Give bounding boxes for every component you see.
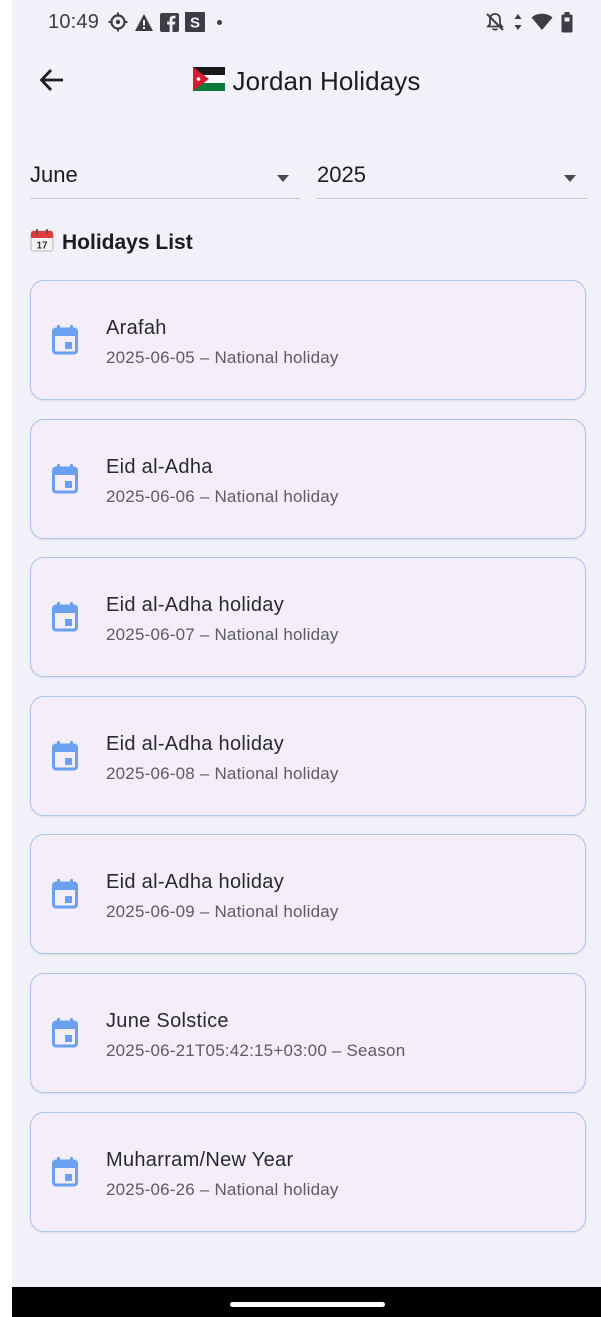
data-arrows-icon — [513, 12, 523, 32]
app-bar: Jordan Holidays — [12, 50, 601, 116]
calendar-icon — [51, 325, 79, 360]
status-icons-right — [485, 11, 573, 33]
facebook-icon — [160, 12, 179, 32]
holiday-card[interactable]: June Solstice 2025-06-21T05:42:15+03:00 … — [30, 972, 586, 1093]
calendar-icon — [51, 740, 79, 776]
holiday-name: Arafah — [106, 317, 167, 339]
holiday-name: June Solstice — [106, 1009, 229, 1032]
calendar-icon — [51, 602, 79, 637]
holiday-detail: 2025-06-09 – National holiday — [106, 902, 339, 922]
holiday-name: Eid al-Adha holiday — [106, 594, 285, 617]
month-dropdown-value: June — [30, 162, 78, 187]
svg-text:S: S — [190, 15, 200, 32]
home-indicator[interactable] — [230, 1302, 385, 1307]
wifi-icon — [531, 13, 553, 31]
holiday-list: Arafah 2025-06-05 – National holiday Eid… — [30, 280, 588, 1250]
battery-icon — [561, 11, 573, 33]
calendar-emoji-icon: 17 — [30, 228, 54, 257]
status-icons-left: S — [108, 11, 222, 33]
section-heading: 17 Holidays List — [30, 228, 193, 257]
section-title: Holidays List — [62, 230, 193, 254]
month-dropdown[interactable]: June — [30, 152, 300, 199]
holiday-name: Muharram/New Year — [106, 1148, 294, 1171]
dropdown-arrow-icon — [563, 170, 577, 188]
year-dropdown-value: 2025 — [317, 162, 366, 187]
status-time: 10:49 — [48, 11, 100, 33]
holiday-card[interactable]: Muharram/New Year 2025-06-26 – National … — [30, 1111, 586, 1232]
holiday-card[interactable]: Arafah 2025-06-05 – National holiday — [30, 280, 586, 400]
holiday-name: Eid al-Adha — [106, 455, 213, 478]
status-bar: 10:49 S — [12, 0, 601, 46]
holiday-card[interactable]: Eid al-Adha holiday 2025-06-09 – Nationa… — [30, 834, 586, 955]
holiday-detail: 2025-06-08 – National holiday — [106, 763, 339, 783]
holiday-card[interactable]: Eid al-Adha holiday 2025-06-07 – Nationa… — [30, 557, 586, 678]
holiday-detail: 2025-06-07 – National holiday — [106, 625, 339, 645]
app-screen: 10:49 S Jordan Holidays June 2025 17 Hol… — [12, 0, 601, 1317]
holiday-card[interactable]: Eid al-Adha holiday 2025-06-08 – Nationa… — [30, 695, 586, 816]
page-title: Jordan Holidays — [232, 66, 421, 96]
jordan-flag-icon — [192, 67, 225, 96]
holiday-name: Eid al-Adha holiday — [106, 871, 285, 894]
calendar-icon — [51, 1017, 79, 1053]
navigation-bar — [12, 1287, 601, 1317]
calendar-icon — [51, 463, 79, 499]
mute-icon — [485, 12, 505, 32]
holiday-detail: 2025-06-26 – National holiday — [106, 1179, 339, 1199]
holiday-detail: 2025-06-05 – National holiday — [106, 348, 339, 367]
holiday-detail: 2025-06-21T05:42:15+03:00 – Season — [106, 1040, 406, 1060]
holiday-detail: 2025-06-06 – National holiday — [106, 486, 339, 506]
warning-icon — [134, 13, 154, 32]
settings-icon — [108, 12, 128, 32]
svg-text:17: 17 — [36, 241, 48, 252]
year-dropdown[interactable]: 2025 — [317, 152, 587, 199]
dropdown-arrow-icon — [276, 170, 290, 188]
holiday-name: Eid al-Adha holiday — [106, 732, 285, 755]
notification-dot — [217, 19, 222, 25]
holiday-card[interactable]: Eid al-Adha 2025-06-06 – National holida… — [30, 418, 586, 539]
title-group: Jordan Holidays — [12, 66, 601, 97]
calendar-icon — [51, 1156, 79, 1192]
calendar-icon — [51, 879, 79, 914]
s-app-icon: S — [185, 12, 205, 32]
